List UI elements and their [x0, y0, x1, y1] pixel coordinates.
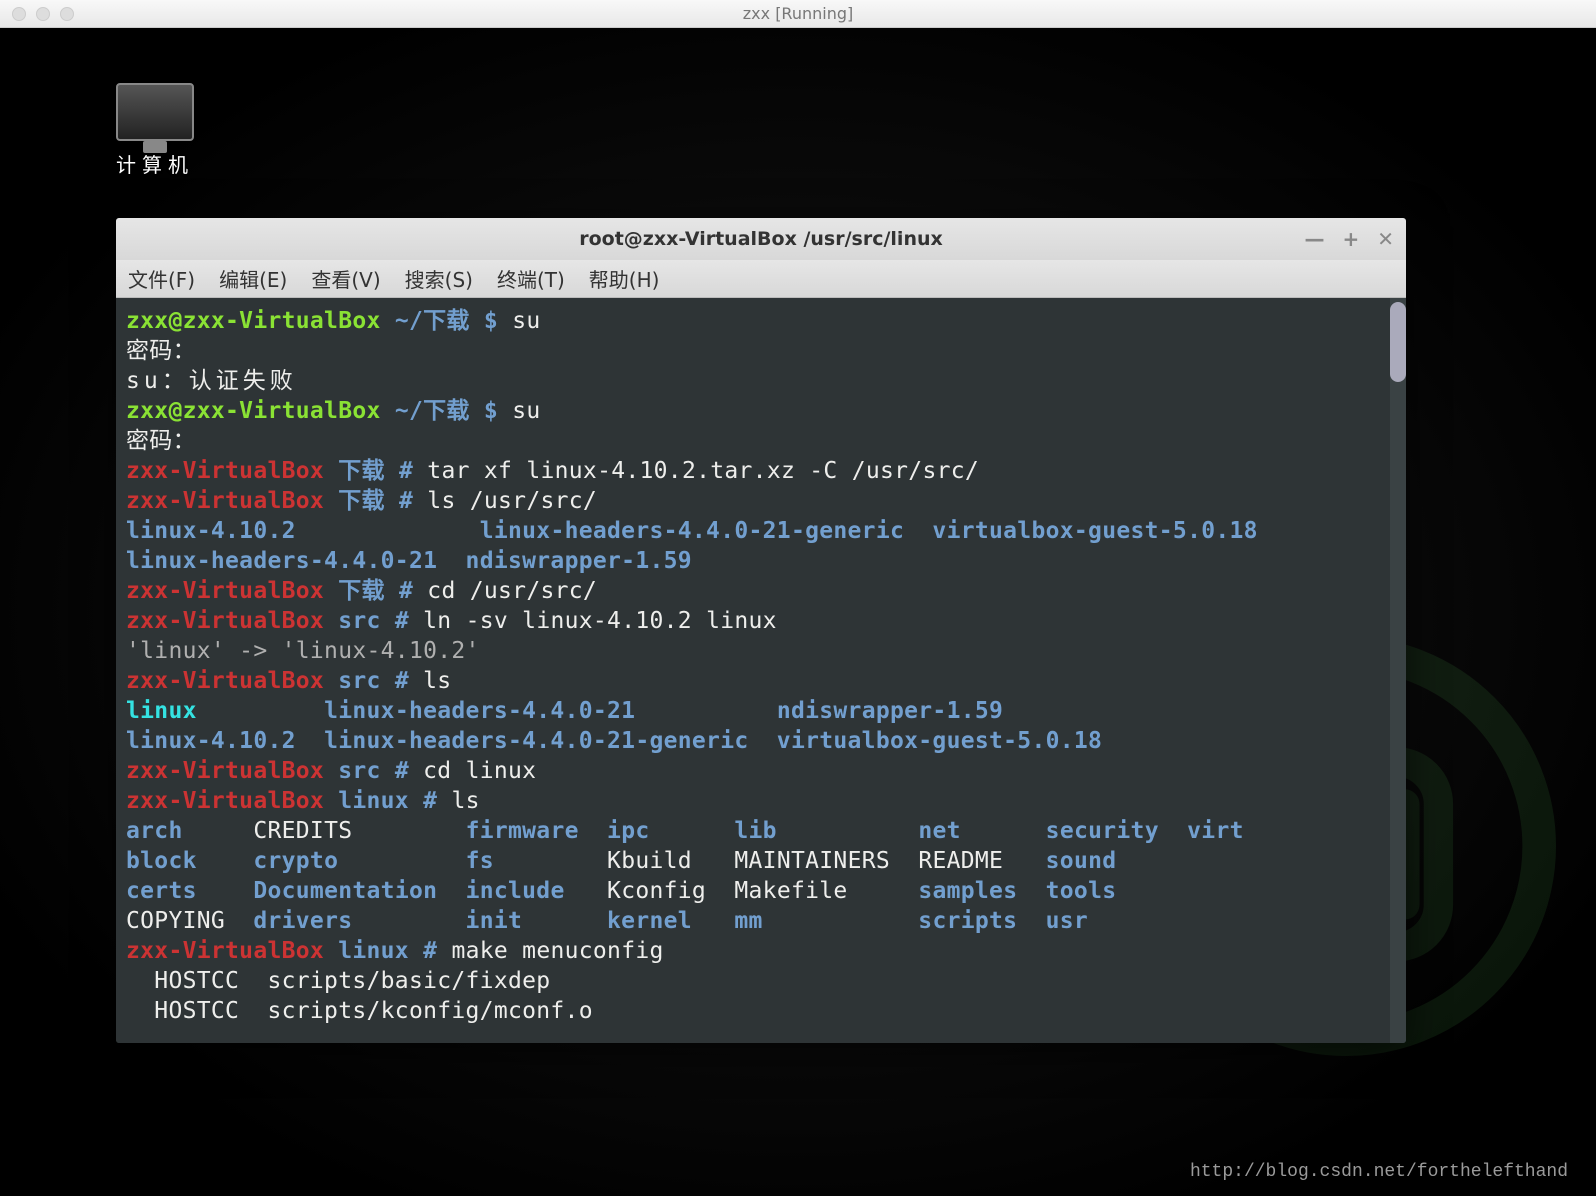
vm-titlebar: zxx [Running]: [0, 0, 1596, 28]
terminal-menubar: 文件(F) 编辑(E) 查看(V) 搜索(S) 终端(T) 帮助(H): [116, 260, 1406, 298]
vm-title: zxx [Running]: [743, 4, 853, 23]
menu-view[interactable]: 查看(V): [311, 264, 380, 293]
guest-desktop: 计算机 root@zxx-VirtualBox /usr/src/linux —…: [0, 28, 1596, 1196]
desktop-icon-label: 计算机: [100, 149, 210, 178]
terminal-scrollbar[interactable]: [1390, 298, 1406, 1043]
monitor-icon: [116, 83, 194, 141]
menu-file[interactable]: 文件(F): [128, 264, 195, 293]
minimize-button[interactable]: —: [1304, 229, 1324, 249]
terminal-window: root@zxx-VirtualBox /usr/src/linux — + ✕…: [116, 218, 1406, 1043]
terminal-window-controls: — + ✕: [1304, 229, 1394, 249]
terminal-titlebar[interactable]: root@zxx-VirtualBox /usr/src/linux — + ✕: [116, 218, 1406, 260]
vm-min-light[interactable]: [36, 7, 50, 21]
vm-traffic-lights: [12, 7, 74, 21]
watermark: http://blog.csdn.net/forthelefthand: [1190, 1162, 1568, 1182]
menu-edit[interactable]: 编辑(E): [219, 264, 287, 293]
vm-zoom-light[interactable]: [60, 7, 74, 21]
close-button[interactable]: ✕: [1377, 229, 1394, 249]
maximize-button[interactable]: +: [1342, 229, 1359, 249]
terminal-output[interactable]: zxx@zxx-VirtualBox ~/下载 $ su 密码： su：认证失败…: [116, 298, 1406, 1043]
terminal-title: root@zxx-VirtualBox /usr/src/linux: [579, 228, 943, 250]
menu-terminal[interactable]: 终端(T): [497, 264, 565, 293]
menu-search[interactable]: 搜索(S): [405, 264, 473, 293]
menu-help[interactable]: 帮助(H): [589, 264, 660, 293]
scrollbar-thumb[interactable]: [1390, 302, 1406, 382]
terminal-text: zxx@zxx-VirtualBox ~/下载 $ su 密码： su：认证失败…: [126, 306, 1396, 1026]
desktop-icon-computer[interactable]: 计算机: [100, 83, 210, 178]
vm-close-light[interactable]: [12, 7, 26, 21]
